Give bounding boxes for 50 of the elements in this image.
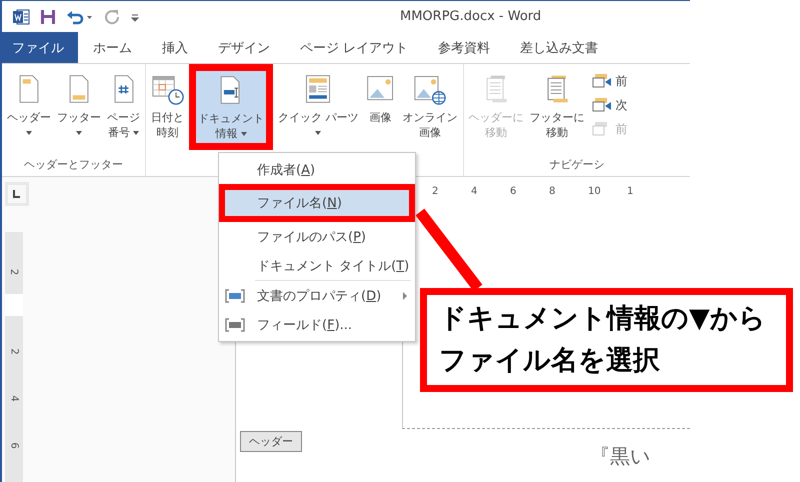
- ribbon-tab[interactable]: ファイル: [2, 32, 78, 63]
- field-icon: [225, 289, 245, 303]
- ribbon-button[interactable]: フッターに 移動: [526, 66, 588, 150]
- menu-item[interactable]: 文書のプロパティ(D): [219, 281, 415, 310]
- ribbon-button[interactable]: ドキュメント 情報: [189, 64, 273, 150]
- ruler-number: 8: [549, 186, 556, 196]
- undo-icon[interactable]: [66, 8, 94, 24]
- customize-caret-icon[interactable]: [130, 12, 140, 22]
- ruler-number: 10: [588, 186, 602, 196]
- ribbon-button[interactable]: フッター: [54, 66, 104, 150]
- callout-text: ドキュメント情報の▼から: [439, 302, 767, 336]
- ruler-number: 4: [471, 186, 478, 196]
- ribbon-button[interactable]: クイック パーツ: [275, 66, 362, 150]
- ribbon-button[interactable]: 画像: [362, 66, 400, 150]
- ribbon-tab[interactable]: ホーム: [78, 32, 147, 63]
- ribbon-tab[interactable]: ページ レイアウト: [285, 32, 424, 63]
- ruler-number: 1: [627, 186, 634, 196]
- nav-small-button[interactable]: 前: [592, 70, 628, 92]
- header-text: 『黒い: [590, 443, 650, 470]
- ribbon-button[interactable]: 日付と 時刻: [148, 66, 187, 150]
- page-arrow-icon: [592, 73, 612, 89]
- tab-stop-icon[interactable]: [5, 182, 29, 206]
- ribbon-tab[interactable]: 差し込み文書: [505, 32, 614, 63]
- nav-small-button[interactable]: 次: [592, 94, 628, 116]
- group-label: ナビゲーシ: [549, 157, 604, 172]
- menu-item[interactable]: ファイルのパス(P): [219, 222, 415, 251]
- ribbon-tab[interactable]: デザイン: [203, 32, 285, 63]
- ruler-number: 2: [8, 268, 20, 276]
- ribbon-tab[interactable]: 挿入: [147, 32, 203, 63]
- ruler-number: 2: [8, 348, 20, 355]
- ribbon-button[interactable]: オンライン 画像: [400, 66, 460, 150]
- field-icon: [225, 318, 245, 332]
- page-arrow-icon: [592, 97, 612, 113]
- callout-text: ファイル名を選択: [439, 344, 661, 378]
- menu-item[interactable]: 作成者(A): [219, 155, 415, 184]
- ruler-number: 6: [510, 186, 518, 196]
- ruler-number: 6: [8, 442, 20, 449]
- header-tag: ヘッダー: [240, 431, 302, 452]
- word-logo-icon[interactable]: [12, 8, 30, 26]
- group-label: ヘッダーとフッター: [24, 157, 123, 172]
- window-title: MMORPG.docx - Word: [400, 9, 542, 24]
- ruler-number: 4: [8, 395, 20, 402]
- ruler-marker[interactable]: [5, 294, 23, 316]
- menu-item[interactable]: フィールド(F)...: [219, 310, 415, 339]
- ribbon-button[interactable]: ページ 番号: [104, 66, 143, 150]
- ribbon-button[interactable]: ヘッダー: [4, 66, 54, 150]
- ruler-number: 2: [432, 186, 440, 196]
- menu-item[interactable]: ファイル名(N): [219, 184, 415, 222]
- ribbon-tab[interactable]: 参考資料: [423, 32, 506, 63]
- menu-item[interactable]: ドキュメント タイトル(T): [219, 251, 415, 280]
